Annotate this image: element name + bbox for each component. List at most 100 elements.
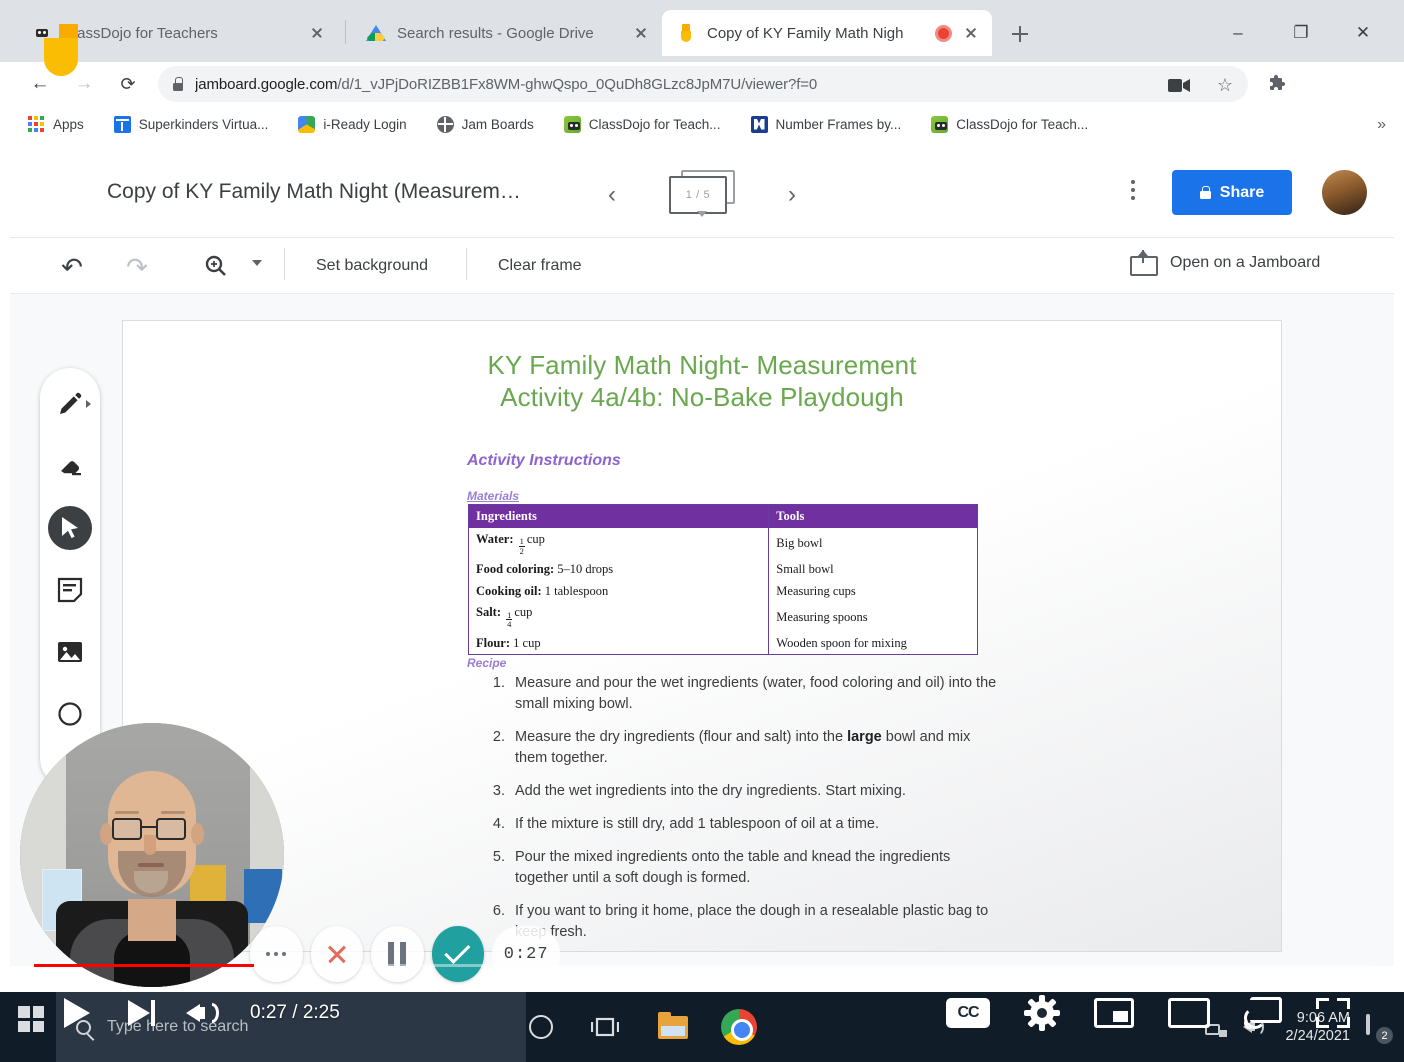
share-button[interactable]: Share: [1172, 170, 1292, 215]
lock-icon: [1199, 186, 1211, 199]
next-icon: [127, 1000, 150, 1026]
bookmark-star-icon[interactable]: ☆: [1210, 70, 1240, 100]
fraction-one-quarter: 14: [506, 609, 513, 630]
select-tool[interactable]: [48, 506, 92, 550]
zoom-dropdown-caret-icon[interactable]: [252, 260, 262, 266]
document-title[interactable]: Copy of KY Family Math Night (Measurem…: [107, 180, 521, 204]
reload-button[interactable]: ⟳: [112, 68, 144, 100]
extensions-puzzle-icon[interactable]: [1262, 70, 1292, 100]
tab-divider: [345, 20, 346, 44]
webcam-person-brow-right: [161, 811, 185, 814]
undo-button[interactable]: ↶: [53, 248, 91, 286]
progress-bar-track[interactable]: [34, 964, 1370, 967]
pen-options-caret-icon[interactable]: [86, 400, 91, 408]
cast-button[interactable]: [1244, 997, 1282, 1029]
webcam-person-brow-left: [115, 811, 139, 814]
bookmark-label: Superkinders Virtua...: [138, 116, 269, 132]
bookmark-apps[interactable]: Apps: [24, 111, 88, 137]
window-close-button[interactable]: ✕: [1340, 12, 1386, 52]
superkinders-icon: [113, 115, 131, 133]
user-avatar[interactable]: [1322, 170, 1367, 215]
clear-frame-button[interactable]: Clear frame: [490, 252, 590, 280]
window-maximize-button[interactable]: ❐: [1278, 12, 1324, 52]
bookmarks-overflow-icon[interactable]: »: [1377, 116, 1386, 134]
eraser-tool[interactable]: [48, 444, 92, 488]
bookmark-jam-boards[interactable]: Jam Boards: [433, 111, 538, 137]
tab-close-icon[interactable]: [958, 20, 984, 46]
jamboards-icon: [436, 115, 454, 133]
new-tab-button[interactable]: [1002, 16, 1038, 52]
toolbar-divider: [466, 248, 467, 280]
bookmarks-bar: Apps Superkinders Virtua... i-Ready Logi…: [0, 106, 1404, 142]
bookmark-label: Number Frames by...: [775, 116, 902, 132]
list-item: Add the wet ingredients into the dry ing…: [509, 781, 1005, 802]
bookmark-label: ClassDojo for Teach...: [956, 116, 1089, 132]
jamboard-icon: [676, 23, 696, 43]
bookmark-classdojo-2[interactable]: ClassDojo for Teach...: [927, 111, 1092, 137]
jamboard-logo-icon: [44, 24, 78, 76]
column-header-ingredients: Ingredients: [468, 504, 770, 528]
recipe-steps-list: Measure and pour the wet ingredients (wa…: [485, 673, 1005, 955]
zoom-tool-button[interactable]: [200, 250, 232, 282]
webcam-person-nose: [144, 835, 156, 855]
more-dots-icon: [274, 952, 279, 956]
jamboard-more-menu-icon[interactable]: [1131, 180, 1135, 184]
next-frame-button[interactable]: ›: [775, 178, 809, 212]
tab-title: ClassDojo for Teachers: [63, 24, 218, 42]
theater-mode-button[interactable]: [1168, 998, 1210, 1028]
classdojo-icon: [563, 115, 581, 133]
google-drive-icon: [366, 23, 386, 43]
player-button-row: 0:27 / 2:25 CC: [0, 982, 1404, 1044]
materials-label: Materials: [467, 489, 520, 503]
frame-dropdown-caret-icon[interactable]: [697, 211, 707, 217]
address-bar[interactable]: jamboard.google.com/d/1_vJPjDoRIZBB1Fx8W…: [158, 66, 1248, 102]
previous-frame-button[interactable]: ‹: [595, 178, 629, 212]
set-background-button[interactable]: Set background: [308, 252, 436, 280]
ingredient-cell: Food coloring: 5–10 drops: [468, 558, 770, 581]
webcam-video-bubble[interactable]: [20, 723, 284, 987]
webcam-glasses-right: [156, 818, 186, 840]
tab-google-drive[interactable]: Search results - Google Drive: [352, 10, 662, 56]
pen-tool[interactable]: [48, 382, 92, 426]
camera-recording-icon[interactable]: [1164, 70, 1194, 100]
toolbar-divider: [284, 248, 285, 280]
tool-cell: Measuring cups: [768, 580, 978, 602]
webcam-book-center: [190, 865, 226, 901]
materials-table: Ingredients Tools Water: 1 2 cup Big bowl …: [468, 504, 978, 655]
sticky-note-tool[interactable]: [48, 568, 92, 612]
miniplayer-button[interactable]: [1094, 998, 1134, 1028]
bookmark-number-frames[interactable]: Number Frames by...: [747, 111, 906, 137]
list-item: Pour the mixed ingredients onto the tabl…: [509, 847, 1005, 889]
tab-close-icon[interactable]: [304, 20, 330, 46]
ingredient-cell: Cooking oil: 1 tablespoon: [468, 580, 770, 602]
tab-jamboard[interactable]: Copy of KY Family Math Nigh: [662, 10, 992, 56]
bookmark-label: ClassDojo for Teach...: [588, 116, 721, 132]
recipe-label: Recipe: [467, 656, 507, 670]
bookmark-classdojo-1[interactable]: ClassDojo for Teach...: [560, 111, 725, 137]
play-button[interactable]: [58, 994, 96, 1032]
redo-button[interactable]: ↷: [118, 248, 156, 286]
frame-counter[interactable]: 1 / 5: [669, 170, 735, 216]
settings-button[interactable]: [1024, 995, 1060, 1031]
jam-frame[interactable]: KY Family Math Night- Measurement Activi…: [122, 320, 1282, 952]
window-minimize-button[interactable]: –: [1215, 12, 1261, 52]
table-row: Flour: 1 cup Wooden spoon for mixing: [468, 632, 978, 655]
image-tool[interactable]: [48, 630, 92, 674]
open-on-jamboard-button[interactable]: Open on a Jamboard: [1130, 250, 1320, 276]
bookmark-iready[interactable]: i-Ready Login: [294, 111, 410, 137]
volume-button[interactable]: [184, 994, 228, 1032]
play-icon: [64, 998, 90, 1028]
captions-button[interactable]: CC: [946, 998, 990, 1028]
webcam-person-neck: [128, 899, 176, 941]
activity-instructions-heading: Activity Instructions: [467, 452, 621, 469]
table-header-row: Ingredients Tools: [468, 504, 978, 528]
bookmark-superkinders[interactable]: Superkinders Virtua...: [110, 111, 273, 137]
fullscreen-button[interactable]: [1316, 998, 1350, 1028]
list-item: If you want to bring it home, place the …: [509, 901, 1005, 943]
tab-close-icon[interactable]: [628, 20, 654, 46]
video-player-controls: 0:27 / 2:25 CC: [0, 960, 1404, 1062]
webcam-glasses-left: [112, 818, 142, 840]
next-video-button[interactable]: [122, 994, 160, 1032]
table-row: Cooking oil: 1 tablespoon Measuring cups: [468, 580, 978, 602]
tool-cell: Wooden spoon for mixing: [768, 632, 978, 655]
